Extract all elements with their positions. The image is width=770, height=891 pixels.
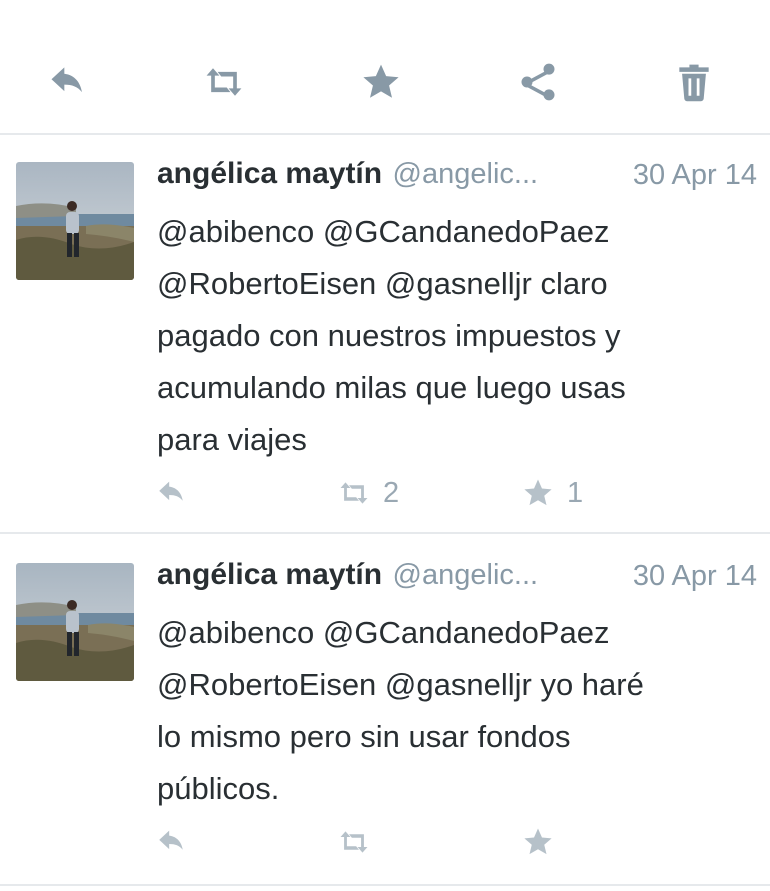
tweet-text-line: públicos. [157,771,280,806]
tweet-text-line: para viajes [157,422,307,457]
favorite-icon [363,64,399,98]
avatar[interactable] [16,563,134,681]
share-icon [521,63,555,101]
retweet-button[interactable] [197,55,251,109]
author-name[interactable]: angélica maytín [157,558,382,591]
reply-icon [51,67,82,93]
favorite-icon [524,828,552,855]
tweet-text-line: @abibenco @GCandanedoPaez [157,214,610,249]
retweet-count: 2 [383,476,400,509]
avatar-photo [16,563,134,681]
tweet-text: @abibenco @GCandanedoPaez @RobertoEisen … [157,206,757,466]
tweet-reply-button[interactable] [155,470,189,516]
tweet-actions: 2 1 [0,470,770,516]
avatar[interactable] [16,162,134,280]
favorite-count: 1 [567,476,584,509]
favorite-icon [524,479,552,506]
tweet-date: 30 Apr 14 [632,159,757,191]
retweet-icon [340,482,368,504]
share-button[interactable] [511,55,565,109]
tweet-retweet-button[interactable] [337,819,383,865]
delete-button[interactable] [667,55,721,109]
retweet-icon [206,68,242,96]
tweet-text-line: acumulando milas que luego usas [157,370,626,405]
tweet-actions [0,819,770,865]
tweet-text-line: @abibenco @GCandanedoPaez [157,615,610,650]
tweet-item[interactable]: angélica maytín @angelic... 30 Apr 14 @a… [0,137,770,534]
tweet-header: angélica maytín @angelic... 30 Apr 14 [157,558,757,602]
tweet-toolbar [0,0,770,135]
author-name[interactable]: angélica maytín [157,157,382,190]
reply-icon [159,830,183,850]
tweet-reply-button[interactable] [155,819,189,865]
reply-button[interactable] [41,55,95,109]
tweet-date: 30 Apr 14 [632,560,757,592]
tweet-header: angélica maytín @angelic... 30 Apr 14 [157,157,757,201]
tweet-text-line: @RobertoEisen @gasnelljr yo haré [157,667,644,702]
delete-icon [679,64,709,102]
tweet-favorite-button[interactable] [521,819,567,865]
avatar-photo [16,162,134,280]
author-handle[interactable]: @angelic... [393,158,539,190]
reply-icon [159,481,183,501]
tweet-item[interactable]: angélica maytín @angelic... 30 Apr 14 @a… [0,536,770,886]
tweet-text-line: pagado con nuestros impuestos y [157,318,621,353]
tweet-text: @abibenco @GCandanedoPaez @RobertoEisen … [157,607,757,815]
retweet-icon [340,831,368,853]
tweet-text-line: @RobertoEisen @gasnelljr claro [157,266,608,301]
tweet-text-line: lo mismo pero sin usar fondos [157,719,571,754]
author-handle[interactable]: @angelic... [393,559,539,591]
tweet-favorite-button[interactable]: 1 [521,470,583,516]
favorite-button[interactable] [354,55,408,109]
tweet-retweet-button[interactable]: 2 [337,470,399,516]
